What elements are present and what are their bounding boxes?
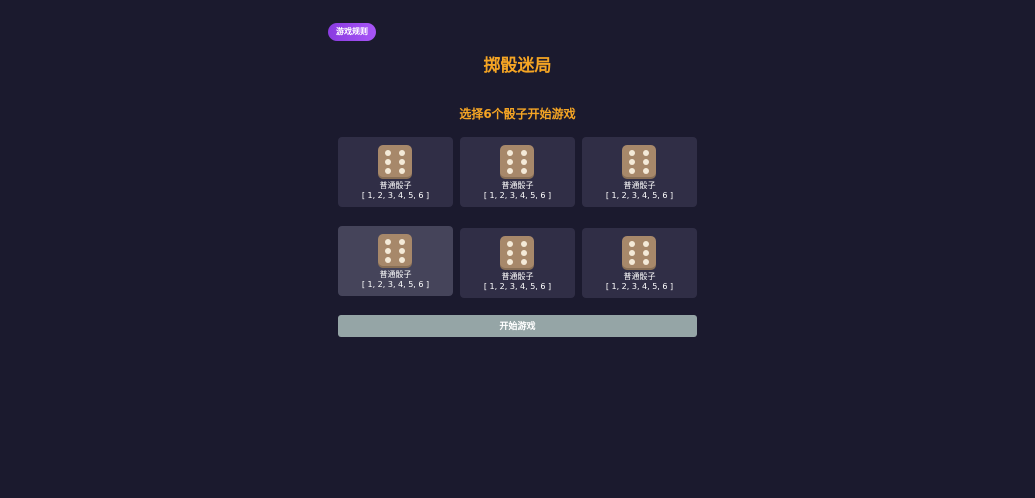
die-six-icon bbox=[378, 234, 412, 268]
die-pip bbox=[629, 259, 635, 265]
dice-card[interactable]: 普通骰子[ 1, 2, 3, 4, 5, 6 ] bbox=[338, 226, 453, 296]
dice-card[interactable]: 普通骰子[ 1, 2, 3, 4, 5, 6 ] bbox=[582, 137, 697, 207]
die-faces: [ 1, 2, 3, 4, 5, 6 ] bbox=[361, 191, 430, 200]
die-pip bbox=[521, 159, 527, 165]
die-six-icon bbox=[622, 145, 656, 179]
die-pip bbox=[385, 248, 391, 254]
die-pip bbox=[643, 259, 649, 265]
die-name: 普通骰子 bbox=[379, 181, 412, 190]
die-pip bbox=[629, 168, 635, 174]
die-pip bbox=[629, 150, 635, 156]
die-pip bbox=[521, 250, 527, 256]
die-pip bbox=[399, 159, 405, 165]
die-pip bbox=[643, 150, 649, 156]
selection-prompt: 选择6个骰子开始游戏 bbox=[459, 107, 576, 121]
die-pip bbox=[507, 259, 513, 265]
die-pip bbox=[385, 239, 391, 245]
game-title: 掷骰迷局 bbox=[483, 56, 552, 76]
die-faces: [ 1, 2, 3, 4, 5, 6 ] bbox=[605, 191, 674, 200]
die-six-icon bbox=[500, 145, 534, 179]
die-pip bbox=[399, 257, 405, 263]
die-faces: [ 1, 2, 3, 4, 5, 6 ] bbox=[483, 282, 552, 291]
die-pip bbox=[385, 159, 391, 165]
die-name: 普通骰子 bbox=[623, 181, 656, 190]
rules-button[interactable]: 游戏规则 bbox=[328, 23, 376, 41]
dice-card[interactable]: 普通骰子[ 1, 2, 3, 4, 5, 6 ] bbox=[460, 228, 575, 298]
die-name: 普通骰子 bbox=[501, 272, 534, 281]
die-pip bbox=[521, 150, 527, 156]
die-pip bbox=[399, 168, 405, 174]
die-six-icon bbox=[622, 236, 656, 270]
dice-card[interactable]: 普通骰子[ 1, 2, 3, 4, 5, 6 ] bbox=[582, 228, 697, 298]
die-pip bbox=[643, 168, 649, 174]
die-faces: [ 1, 2, 3, 4, 5, 6 ] bbox=[483, 191, 552, 200]
die-pip bbox=[385, 168, 391, 174]
die-name: 普通骰子 bbox=[501, 181, 534, 190]
die-pip bbox=[507, 159, 513, 165]
die-pip bbox=[385, 257, 391, 263]
die-faces: [ 1, 2, 3, 4, 5, 6 ] bbox=[361, 280, 430, 289]
die-name: 普通骰子 bbox=[379, 270, 412, 279]
die-pip bbox=[643, 241, 649, 247]
die-pip bbox=[629, 241, 635, 247]
die-pip bbox=[507, 168, 513, 174]
die-pip bbox=[399, 150, 405, 156]
die-name: 普通骰子 bbox=[623, 272, 656, 281]
die-pip bbox=[507, 150, 513, 156]
die-pip bbox=[507, 250, 513, 256]
game-screen: 游戏规则 掷骰迷局 选择6个骰子开始游戏 普通骰子[ 1, 2, 3, 4, 5… bbox=[0, 0, 1035, 498]
die-six-icon bbox=[500, 236, 534, 270]
die-six-icon bbox=[378, 145, 412, 179]
die-pip bbox=[629, 159, 635, 165]
die-pip bbox=[399, 239, 405, 245]
die-faces: [ 1, 2, 3, 4, 5, 6 ] bbox=[605, 282, 674, 291]
die-pip bbox=[629, 250, 635, 256]
die-pip bbox=[399, 248, 405, 254]
die-pip bbox=[521, 168, 527, 174]
die-pip bbox=[385, 150, 391, 156]
die-pip bbox=[643, 250, 649, 256]
die-pip bbox=[643, 159, 649, 165]
dice-card[interactable]: 普通骰子[ 1, 2, 3, 4, 5, 6 ] bbox=[460, 137, 575, 207]
die-pip bbox=[521, 241, 527, 247]
start-game-button[interactable]: 开始游戏 bbox=[338, 315, 697, 337]
die-pip bbox=[521, 259, 527, 265]
dice-card[interactable]: 普通骰子[ 1, 2, 3, 4, 5, 6 ] bbox=[338, 137, 453, 207]
die-pip bbox=[507, 241, 513, 247]
